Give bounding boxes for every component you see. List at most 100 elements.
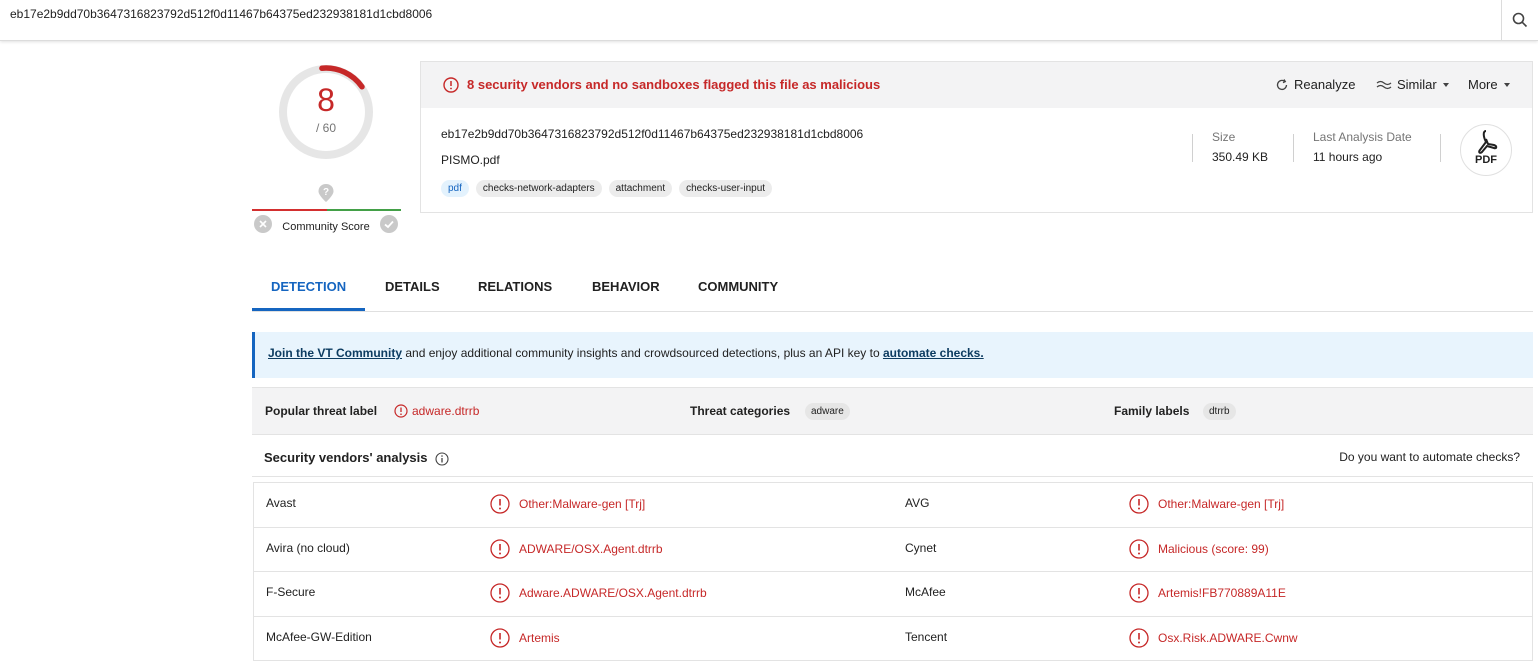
more-dropdown[interactable]: More [1468, 77, 1511, 92]
vendor-row: McAfee-GW-Edition Artemis Tencent Osx.Risk.… [254, 617, 1532, 661]
pdf-icon [1478, 130, 1498, 154]
vendors-title: Security vendors' analysis [264, 450, 428, 465]
tag[interactable]: attachment [608, 180, 673, 197]
vendor-result-text: ADWARE/OSX.Agent.dtrrb [519, 541, 663, 556]
community-negative-bar [252, 209, 327, 211]
vendor-name: F-Secure [266, 585, 316, 599]
vendor-result: Other:Malware-gen [Trj] [1129, 494, 1284, 514]
tag[interactable]: checks-user-input [679, 180, 773, 197]
size-value: 350.49 KB [1212, 150, 1269, 164]
reanalyze-label: Reanalyze [1294, 77, 1356, 92]
vendor-name: McAfee [905, 585, 946, 599]
vendor-row: F-Secure Adware.ADWARE/OSX.Agent.dtrrb McA… [254, 572, 1532, 617]
vendor-name: Tencent [905, 629, 948, 644]
search-icon [1512, 12, 1528, 28]
vendor-name: Cynet [905, 540, 937, 555]
community-score-label: Community Score [282, 221, 370, 233]
community-positive-bar [327, 209, 401, 211]
more-label: More [1468, 77, 1498, 92]
alert-icon [1129, 538, 1149, 559]
summary-header: 8 security vendors and no sandboxes flag… [421, 62, 1532, 108]
vendors-header: Security vendors' analysis Do you want t… [252, 440, 1533, 477]
refresh-icon [1276, 78, 1288, 90]
alert-icon [490, 583, 510, 603]
threat-categories-title: Threat categories [690, 404, 791, 418]
vendor-result-text: Adware.ADWARE/OSX.Agent.dtrrb [519, 586, 707, 600]
similar-label: Similar [1397, 77, 1437, 92]
vendor-row: Avira (no cloud) ADWARE/OSX.Agent.dtrrb Cy… [254, 528, 1532, 572]
vendors-table: Avast Other:Malware-gen [Trj] AVG Other:Mal… [253, 482, 1533, 661]
detection-alert-text: 8 security vendors and no sandboxes flag… [467, 77, 881, 92]
vendor-result: Osx.Risk.ADWARE.Cwnw [1129, 627, 1298, 648]
caret-down-icon [1503, 82, 1510, 87]
last-analysis-value: 11 hours ago [1313, 150, 1383, 164]
alert-icon [490, 627, 510, 648]
join-community-link[interactable]: Join the VT Community [268, 346, 402, 360]
threat-category-chip[interactable]: adware [805, 403, 850, 420]
popular-threat-value[interactable]: adware.dtrrb [394, 404, 479, 418]
tag[interactable]: pdf [441, 180, 469, 197]
search-input[interactable] [0, 0, 1500, 40]
automate-checks-link[interactable]: automate checks. [883, 346, 984, 360]
tab-community[interactable]: COMMUNITY [698, 279, 778, 294]
vendor-result-text: Other:Malware-gen [Trj] [519, 497, 646, 511]
file-summary-card: 8 security vendors and no sandboxes flag… [420, 61, 1533, 213]
divider [1192, 134, 1193, 162]
active-tab-indicator [252, 308, 365, 311]
tab-detection[interactable]: DETECTION [271, 279, 346, 294]
automate-checks-question[interactable]: Do you want to automate checks? [1339, 450, 1520, 464]
detection-score-ring: 8 / 60 [274, 60, 378, 164]
file-hash[interactable]: eb17e2b9dd70b3647316823792d512f0d11467b6… [441, 127, 863, 141]
alert-icon [490, 494, 510, 514]
search-button[interactable] [1501, 0, 1538, 40]
vendor-result-text: Artemis [519, 630, 560, 645]
file-name: PISMO.pdf [441, 153, 500, 167]
vendor-result-text: Malicious (score: 99) [1158, 541, 1269, 556]
vendor-result: Malicious (score: 99) [1129, 538, 1269, 559]
top-search-bar [0, 0, 1538, 41]
svg-text:?: ? [323, 187, 329, 198]
detection-count: 8 [317, 82, 335, 118]
vendor-result: ADWARE/OSX.Agent.dtrrb [490, 538, 663, 559]
file-tags: pdf checks-network-adapters attachment c… [441, 180, 773, 197]
threat-labels: Popular threat label adware.dtrrb Threat… [252, 387, 1533, 435]
size-label: Size [1212, 130, 1236, 144]
vendor-row: Avast Other:Malware-gen [Trj] AVG Other:Mal… [254, 483, 1532, 528]
alert-icon [394, 404, 408, 418]
divider [1440, 134, 1441, 162]
tab-relations[interactable]: RELATIONS [478, 279, 552, 294]
vendor-result: Adware.ADWARE/OSX.Agent.dtrrb [490, 583, 707, 603]
vote-harmless-icon[interactable] [380, 215, 398, 233]
vendor-name: Avast [266, 496, 296, 510]
file-type-badge: PDF [1460, 124, 1512, 176]
vendor-name: Avira (no cloud) [266, 540, 350, 555]
tab-details[interactable]: DETAILS [385, 279, 440, 294]
alert-icon [1129, 583, 1149, 603]
analysis-tabs: DETECTION DETAILS RELATIONS BEHAVIOR COM… [252, 270, 1533, 312]
tag[interactable]: checks-network-adapters [475, 180, 602, 197]
family-labels-title: Family labels [1114, 404, 1190, 418]
vendor-result-text: Artemis!FB770889A11E [1158, 586, 1286, 600]
similar-dropdown[interactable]: Similar [1376, 77, 1450, 92]
community-banner: Join the VT Community and enjoy addition… [252, 332, 1533, 378]
alert-icon [490, 538, 510, 559]
banner-text: and enjoy additional community insights … [402, 346, 883, 360]
info-icon[interactable] [435, 452, 449, 466]
caret-down-icon [1442, 82, 1449, 87]
vendor-result-text: Osx.Risk.ADWARE.Cwnw [1158, 630, 1298, 645]
alert-icon [1129, 494, 1149, 514]
pdf-label: PDF [1475, 154, 1497, 166]
popular-threat-text: adware.dtrrb [412, 404, 480, 418]
popular-threat-label-title: Popular threat label [265, 404, 378, 418]
vendor-name: McAfee-GW-Edition [266, 629, 372, 644]
vendor-result: Other:Malware-gen [Trj] [490, 494, 645, 514]
engine-total: / 60 [315, 121, 336, 135]
tab-behavior[interactable]: BEHAVIOR [592, 279, 660, 294]
divider [1293, 134, 1294, 162]
vendor-result: Artemis [490, 627, 560, 648]
alert-icon [1129, 627, 1149, 648]
family-label-chip[interactable]: dtrrb [1203, 403, 1236, 420]
reanalyze-button[interactable]: Reanalyze [1275, 77, 1355, 92]
question-icon: ? [318, 184, 334, 202]
alert-icon [443, 77, 459, 93]
